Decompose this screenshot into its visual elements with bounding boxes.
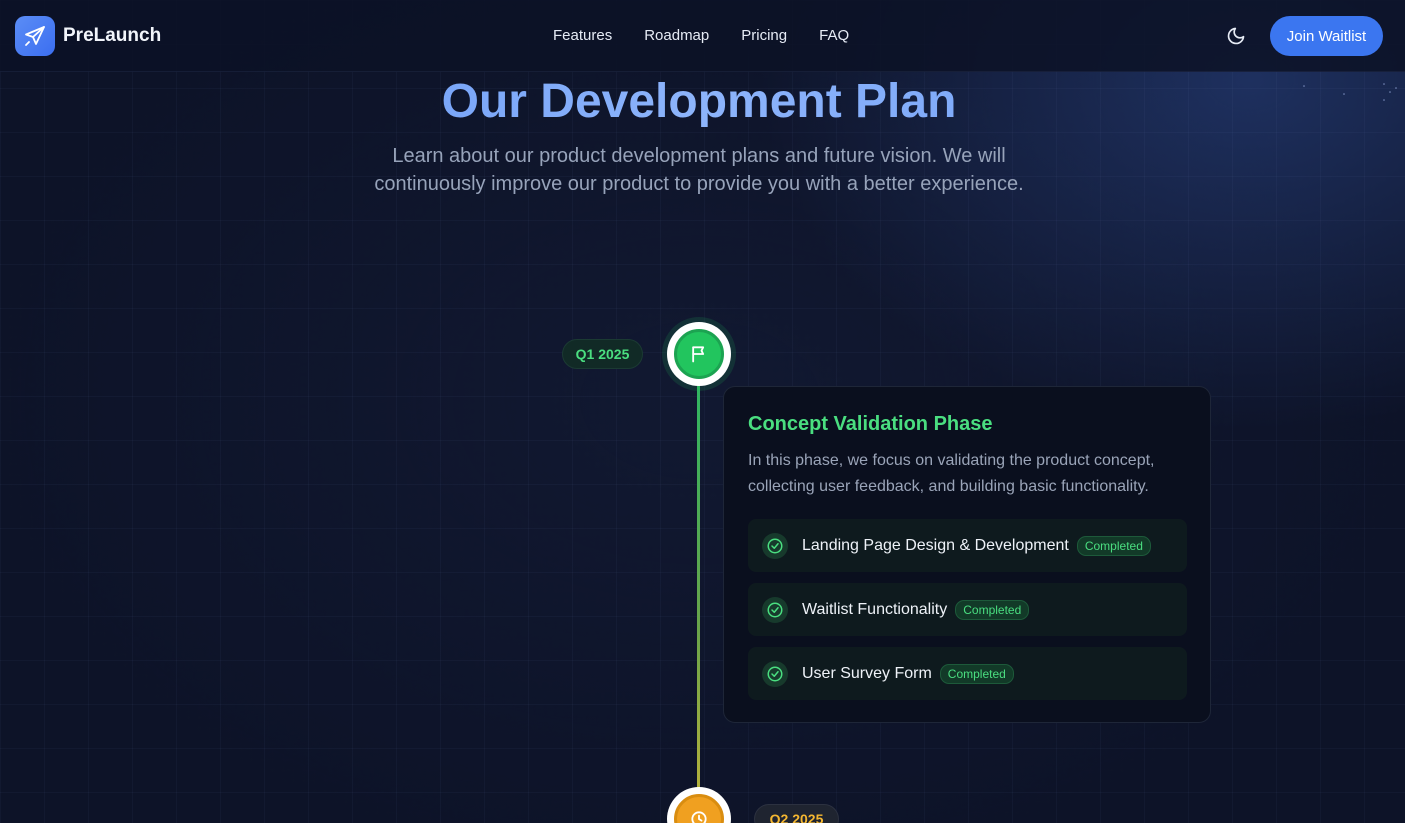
quarter-pill-q2: Q2 2025: [754, 804, 839, 823]
check-circle-icon: [762, 532, 788, 559]
top-navbar: PreLaunch Features Roadmap Pricing FAQ J…: [0, 0, 1405, 72]
flag-icon: [692, 346, 705, 363]
task-label: User Survey Form: [802, 664, 932, 682]
page-subtitle: Learn about our product development plan…: [374, 145, 1024, 195]
moon-icon[interactable]: [1225, 25, 1247, 47]
nav-features[interactable]: Features: [553, 27, 612, 44]
task-item: Waitlist Functionality Completed: [748, 583, 1187, 636]
timeline-line: [697, 385, 700, 795]
timeline-node-q1: [667, 322, 731, 386]
main-nav: Features Roadmap Pricing FAQ: [553, 27, 849, 44]
task-item: Landing Page Design & Development Comple…: [748, 519, 1187, 572]
nav-roadmap[interactable]: Roadmap: [644, 27, 709, 44]
status-badge: Completed: [939, 663, 1014, 684]
phase-title: Concept Validation Phase: [748, 413, 993, 435]
nav-pricing[interactable]: Pricing: [741, 27, 787, 44]
page-title: Our Development Plan: [0, 74, 1398, 129]
paper-plane-icon: [15, 16, 55, 56]
task-label: Landing Page Design & Development: [802, 536, 1069, 554]
status-badge: Completed: [1076, 535, 1151, 556]
join-waitlist-button[interactable]: Join Waitlist: [1270, 16, 1383, 56]
brand-name: PreLaunch: [63, 25, 162, 46]
task-item: User Survey Form Completed: [748, 647, 1187, 700]
timeline-node-q2: [667, 787, 731, 823]
phase-card-q1: Concept Validation Phase In this phase, …: [723, 386, 1211, 723]
brand[interactable]: PreLaunch: [15, 16, 161, 56]
task-label: Waitlist Functionality: [802, 600, 948, 618]
check-circle-icon: [762, 596, 788, 623]
check-circle-icon: [762, 660, 788, 687]
status-badge: Completed: [955, 599, 1030, 620]
phase-description: In this phase, we focus on validating th…: [748, 452, 1155, 495]
nav-faq[interactable]: FAQ: [819, 27, 849, 44]
quarter-pill-q1: Q1 2025: [562, 339, 643, 369]
clock-icon: [691, 811, 707, 823]
